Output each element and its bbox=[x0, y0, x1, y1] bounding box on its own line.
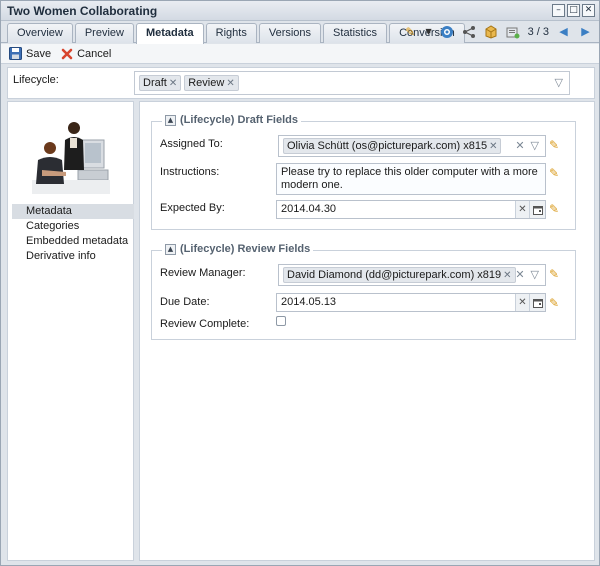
review-complete-label: Review Complete: bbox=[160, 318, 250, 330]
instructions-field[interactable]: Please try to replace this older compute… bbox=[276, 163, 546, 195]
review-complete-checkbox[interactable] bbox=[276, 316, 286, 326]
review-manager-chip: David Diamond (dd@picturepark.com) x819 … bbox=[283, 267, 516, 283]
assigned-to-field[interactable]: Olivia Schütt (os@picturepark.com) x815 … bbox=[278, 135, 546, 157]
package-icon[interactable] bbox=[484, 24, 499, 39]
remove-icon[interactable]: ✕ bbox=[503, 270, 511, 281]
clear-icon[interactable]: ✕ bbox=[515, 139, 524, 152]
clear-icon[interactable]: ✕ bbox=[515, 268, 524, 281]
lifecycle-label: Lifecycle: bbox=[13, 74, 59, 86]
tab-versions[interactable]: Versions bbox=[258, 23, 322, 43]
title-bar[interactable]: Two Women Collaborating – □ ✕ bbox=[1, 1, 599, 21]
right-pane: ▲ (Lifecycle) Draft Fields Assigned To: … bbox=[139, 101, 595, 561]
assigned-to-chip: Olivia Schütt (os@picturepark.com) x815 … bbox=[283, 138, 502, 154]
clear-icon[interactable]: ✕ bbox=[515, 201, 529, 218]
due-date-field[interactable]: 2014.05.13 ✕ bbox=[276, 293, 546, 312]
remove-icon[interactable]: ✕ bbox=[489, 141, 497, 152]
nav-item-metadata[interactable]: Metadata bbox=[12, 204, 134, 219]
minimize-button[interactable]: – bbox=[552, 4, 565, 17]
tab-statistics[interactable]: Statistics bbox=[323, 23, 388, 43]
pencil-icon[interactable]: ✎ bbox=[549, 267, 559, 281]
review-fields-title: (Lifecycle) Review Fields bbox=[180, 243, 311, 255]
chevron-down-icon[interactable]: ▽ bbox=[555, 76, 563, 89]
calendar-icon[interactable] bbox=[529, 201, 545, 218]
lifecycle-chip-draft: Draft ✕ bbox=[139, 75, 182, 91]
assigned-to-label: Assigned To: bbox=[160, 138, 223, 150]
review-manager-label: Review Manager: bbox=[160, 267, 246, 279]
collapse-icon[interactable]: ▲ bbox=[165, 114, 176, 126]
chip-label: Draft bbox=[143, 77, 167, 89]
chip-label: Review bbox=[188, 77, 225, 89]
review-manager-field[interactable]: David Diamond (dd@picturepark.com) x819 … bbox=[278, 264, 546, 286]
pencil-icon[interactable]: ✎ bbox=[549, 166, 559, 180]
export-icon[interactable] bbox=[506, 24, 521, 39]
main-area: Metadata Categories Embedded metadata De… bbox=[7, 101, 595, 561]
toolbar-icons: ✎ ▼ 3 / 3 ◀ ▶ bbox=[403, 24, 593, 39]
tab-metadata[interactable]: Metadata bbox=[135, 23, 204, 44]
instructions-label: Instructions: bbox=[160, 166, 220, 178]
window-title: Two Women Collaborating bbox=[7, 4, 158, 18]
save-icon bbox=[9, 47, 22, 60]
expected-by-value: 2014.04.30 bbox=[281, 203, 337, 215]
tab-rights[interactable]: Rights bbox=[205, 23, 257, 43]
tab-overview[interactable]: Overview bbox=[7, 23, 73, 43]
tab-list: Overview Preview Metadata Rights Version… bbox=[7, 23, 465, 44]
draft-fields-title: (Lifecycle) Draft Fields bbox=[180, 114, 298, 126]
lifecycle-chip-review: Review ✕ bbox=[184, 75, 239, 91]
cancel-button[interactable]: Cancel bbox=[61, 48, 111, 60]
nav-item-embedded-metadata[interactable]: Embedded metadata bbox=[12, 234, 134, 249]
nav-item-categories[interactable]: Categories bbox=[12, 219, 134, 234]
help-icon[interactable] bbox=[440, 24, 455, 39]
calendar-icon[interactable] bbox=[529, 294, 545, 311]
review-fields-legend: ▲ (Lifecycle) Review Fields bbox=[162, 243, 314, 255]
lifecycle-select[interactable]: Draft ✕ Review ✕ ▽ bbox=[134, 71, 570, 95]
nav-item-derivative-info[interactable]: Derivative info bbox=[12, 249, 134, 264]
share-icon[interactable] bbox=[462, 24, 477, 39]
due-date-value: 2014.05.13 bbox=[281, 296, 337, 308]
remove-icon[interactable]: ✕ bbox=[169, 78, 177, 89]
prev-icon[interactable]: ◀ bbox=[556, 24, 571, 39]
pencil-icon[interactable]: ✎ bbox=[403, 24, 418, 39]
tab-bar: Overview Preview Metadata Rights Version… bbox=[1, 21, 599, 44]
chip-label: Olivia Schütt (os@picturepark.com) x815 bbox=[287, 140, 488, 152]
pencil-icon[interactable]: ✎ bbox=[549, 202, 559, 216]
asset-window: Two Women Collaborating – □ ✕ Overview P… bbox=[0, 0, 600, 566]
chip-label: David Diamond (dd@picturepark.com) x819 bbox=[287, 269, 502, 281]
cancel-icon bbox=[61, 48, 73, 59]
pencil-icon[interactable]: ✎ bbox=[549, 138, 559, 152]
left-nav: Metadata Categories Embedded metadata De… bbox=[12, 204, 134, 264]
remove-icon[interactable]: ✕ bbox=[226, 78, 234, 89]
review-fields-section: ▲ (Lifecycle) Review Fields Review Manag… bbox=[151, 243, 576, 340]
clear-icon[interactable]: ✕ bbox=[515, 294, 529, 311]
tab-preview[interactable]: Preview bbox=[74, 23, 134, 43]
draft-fields-section: ▲ (Lifecycle) Draft Fields Assigned To: … bbox=[151, 114, 576, 230]
chevron-down-icon[interactable]: ▽ bbox=[531, 268, 539, 281]
action-bar: Save Cancel bbox=[1, 44, 599, 64]
restore-button[interactable]: □ bbox=[567, 4, 580, 17]
draft-fields-legend: ▲ (Lifecycle) Draft Fields bbox=[162, 114, 301, 126]
pencil-icon[interactable]: ✎ bbox=[549, 296, 559, 310]
window-controls: – □ ✕ bbox=[552, 4, 595, 17]
pager-text: 3 / 3 bbox=[527, 25, 549, 38]
expected-by-label: Expected By: bbox=[160, 202, 225, 214]
expected-by-field[interactable]: 2014.04.30 ✕ bbox=[276, 200, 546, 219]
lifecycle-row: Lifecycle: Draft ✕ Review ✕ ▽ bbox=[7, 67, 595, 99]
save-label: Save bbox=[26, 47, 52, 60]
left-pane: Metadata Categories Embedded metadata De… bbox=[7, 101, 134, 561]
save-button[interactable]: Save bbox=[9, 47, 51, 60]
due-date-label: Due Date: bbox=[160, 296, 210, 308]
asset-thumbnail[interactable] bbox=[32, 118, 110, 194]
collapse-icon[interactable]: ▲ bbox=[165, 243, 176, 255]
dropdown-icon[interactable]: ▼ bbox=[425, 24, 433, 39]
next-icon[interactable]: ▶ bbox=[578, 24, 593, 39]
chevron-down-icon[interactable]: ▽ bbox=[531, 139, 539, 152]
close-button[interactable]: ✕ bbox=[582, 4, 595, 17]
cancel-label: Cancel bbox=[77, 47, 112, 60]
